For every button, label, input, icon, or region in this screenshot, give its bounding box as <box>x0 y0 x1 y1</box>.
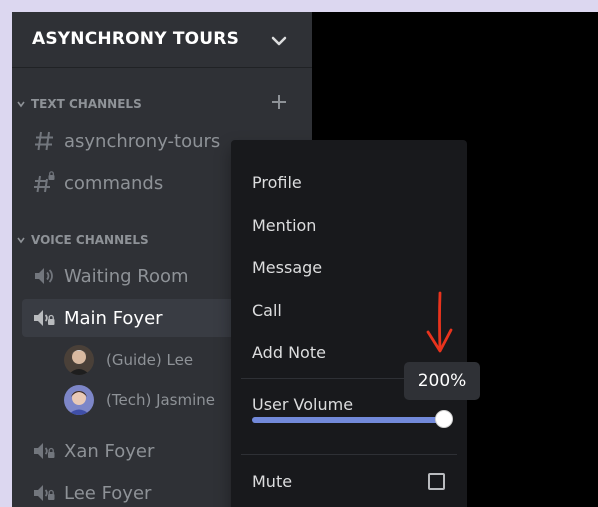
speaker-icon <box>35 268 53 284</box>
channel-label: Waiting Room <box>64 265 189 287</box>
locked-hash-icon <box>34 171 55 193</box>
menu-item-mention[interactable]: Mention <box>252 216 316 235</box>
avatar <box>64 345 94 375</box>
category-label: VOICE CHANNELS <box>31 233 149 247</box>
arrow-down-icon <box>426 291 453 353</box>
voice-member[interactable]: (Guide) Lee <box>64 343 193 377</box>
menu-item-message[interactable]: Message <box>252 258 322 277</box>
locked-speaker-icon <box>34 443 55 459</box>
category-label: TEXT CHANNELS <box>31 97 142 111</box>
menu-item-call[interactable]: Call <box>252 301 282 320</box>
member-name: (Guide) Lee <box>106 351 194 369</box>
volume-slider-fill <box>252 417 444 423</box>
locked-speaker-icon <box>34 485 55 501</box>
voice-member[interactable]: (Tech) Jasmine <box>64 383 215 417</box>
channel-label: Main Foyer <box>64 307 163 329</box>
menu-divider <box>241 454 457 455</box>
hash-icon <box>35 131 53 151</box>
channel-label: asynchrony-tours <box>64 130 221 152</box>
caret-down-icon <box>17 237 25 244</box>
caret-down-icon <box>17 101 25 108</box>
channel-label: Lee Foyer <box>64 482 152 504</box>
menu-item-add-note[interactable]: Add Note <box>252 343 326 362</box>
menu-item-user-volume: User Volume <box>252 395 354 414</box>
app-frame: ASYNCHRONY TOURS TEXT CHANNELS asynchron… <box>12 12 598 507</box>
server-header[interactable]: ASYNCHRONY TOURS <box>12 12 312 68</box>
menu-item-mute[interactable]: Mute <box>252 472 292 491</box>
add-channel-icon[interactable] <box>270 93 288 111</box>
avatar <box>64 385 94 415</box>
category-voice-channels[interactable]: VOICE CHANNELS <box>16 232 149 248</box>
volume-slider-thumb[interactable] <box>435 410 453 428</box>
volume-tooltip: 200% <box>404 362 480 400</box>
member-name: (Tech) Jasmine <box>106 391 216 409</box>
volume-slider-track[interactable] <box>252 417 444 423</box>
category-text-channels[interactable]: TEXT CHANNELS <box>16 96 142 112</box>
locked-speaker-icon <box>34 310 55 326</box>
server-name: ASYNCHRONY TOURS <box>32 29 240 49</box>
channel-label: Xan Foyer <box>64 440 155 462</box>
chevron-down-icon[interactable] <box>268 32 290 50</box>
mute-checkbox[interactable] <box>428 473 445 490</box>
channel-label: commands <box>64 172 164 194</box>
menu-item-profile[interactable]: Profile <box>252 173 302 192</box>
